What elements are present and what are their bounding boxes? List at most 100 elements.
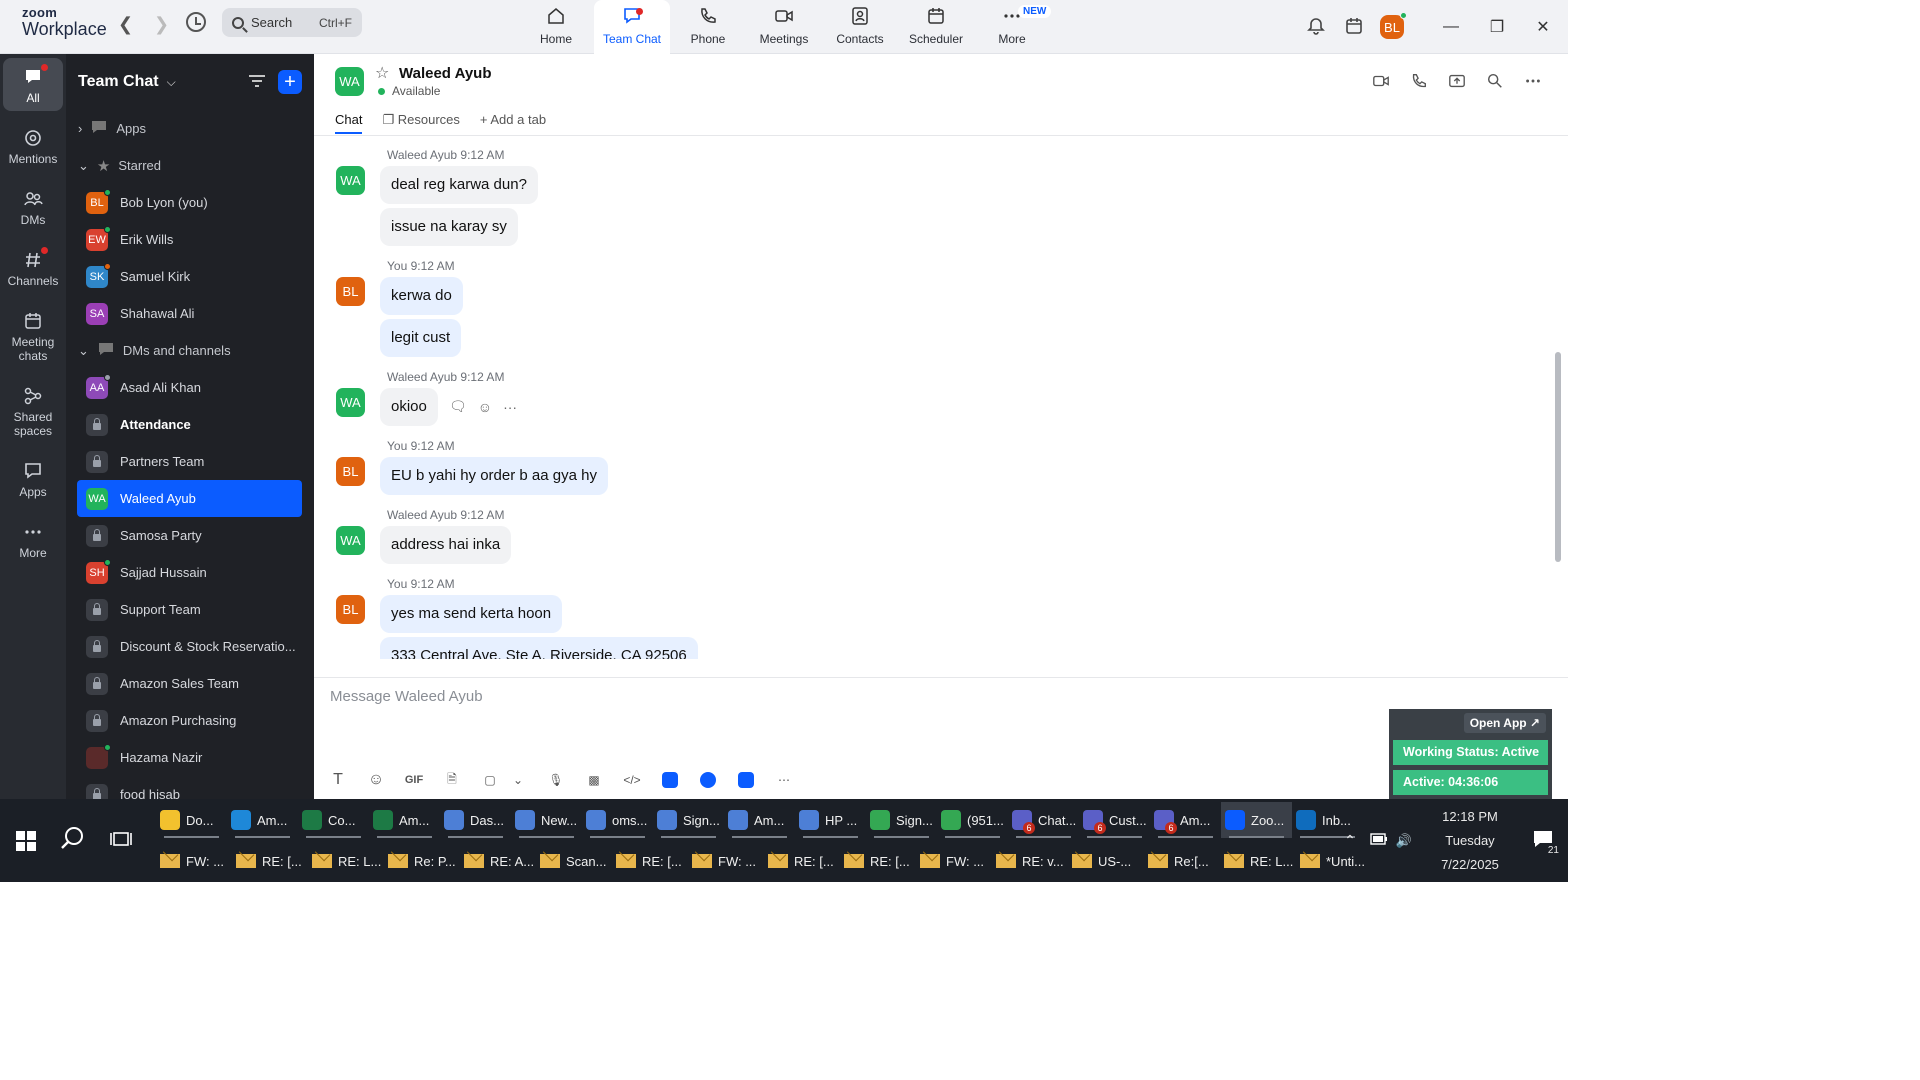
filter-icon[interactable] bbox=[248, 74, 266, 91]
nav-tab-team-chat[interactable]: Team Chat bbox=[594, 0, 670, 54]
taskbar-mail-window[interactable]: FW: ... bbox=[916, 843, 992, 879]
mic-icon[interactable]: 🎙 bbox=[546, 770, 566, 790]
taskbar-mail-window[interactable]: RE: [... bbox=[612, 843, 688, 879]
sidebar-item-support-team[interactable]: Support Team bbox=[77, 591, 302, 628]
taskbar-mail-window[interactable]: FW: ... bbox=[156, 843, 232, 879]
restore-icon[interactable]: ❐ bbox=[1474, 17, 1520, 37]
rail-item-channels[interactable]: Channels bbox=[3, 241, 63, 294]
taskbar-mail-window[interactable]: RE: [... bbox=[764, 843, 840, 879]
back-arrow-icon[interactable]: ❮ bbox=[118, 14, 133, 35]
rail-item-dms[interactable]: DMs bbox=[3, 180, 63, 233]
taskbar-mail-window[interactable]: US-... bbox=[1068, 843, 1144, 879]
taskbar-mail-window[interactable]: FW: ... bbox=[688, 843, 764, 879]
taskbar-search-icon[interactable] bbox=[60, 825, 86, 854]
message-bubble[interactable]: yes ma send kerta hoon bbox=[380, 595, 563, 633]
sidebar-item-amazon-sales-team[interactable]: Amazon Sales Team bbox=[77, 665, 302, 702]
sidebar-item-sajjad-hussain[interactable]: SH Sajjad Hussain bbox=[77, 554, 302, 591]
rail-item-more[interactable]: More bbox=[3, 513, 63, 566]
taskbar-app[interactable]: Am... bbox=[369, 802, 440, 838]
sidebar-item-amazon-purchasing[interactable]: Amazon Purchasing bbox=[77, 702, 302, 739]
chevron-down-icon[interactable]: ⌵ bbox=[167, 75, 176, 90]
message-avatar[interactable]: BL bbox=[336, 277, 365, 306]
volume-icon[interactable]: 🔊 bbox=[1396, 833, 1412, 849]
nav-tab-scheduler[interactable]: Scheduler bbox=[898, 0, 974, 54]
sidebar-item-erik-wills[interactable]: EW Erik Wills bbox=[77, 221, 302, 258]
app-icon-2[interactable] bbox=[698, 770, 718, 790]
starred-section[interactable]: ⌄ ★ Starred bbox=[66, 147, 314, 184]
contact-avatar[interactable]: WA bbox=[335, 67, 364, 96]
taskbar-app[interactable]: HP ... bbox=[795, 802, 866, 838]
sidebar-item-samuel-kirk[interactable]: SK Samuel Kirk bbox=[77, 258, 302, 295]
react-emoji-icon[interactable]: ☺ bbox=[478, 399, 492, 415]
taskbar-app[interactable]: New... bbox=[511, 802, 582, 838]
open-app-button[interactable]: Open App ↗ bbox=[1463, 713, 1546, 733]
sidebar-item-shahawal-ali[interactable]: SA Shahawal Ali bbox=[77, 295, 302, 332]
more-options-icon[interactable] bbox=[1524, 72, 1542, 93]
taskbar-app[interactable]: (951... bbox=[937, 802, 1008, 838]
calendar-icon[interactable] bbox=[1344, 16, 1364, 39]
taskbar-app[interactable]: 6 Cust... bbox=[1079, 802, 1150, 838]
message-avatar[interactable]: WA bbox=[336, 166, 365, 195]
message-bubble[interactable]: EU b yahi hy order b aa gya hy bbox=[380, 457, 608, 495]
taskbar-mail-window[interactable]: RE: [... bbox=[232, 843, 308, 879]
message-bubble[interactable]: deal reg karwa dun? bbox=[380, 166, 538, 204]
task-view-icon[interactable] bbox=[110, 829, 132, 852]
search-box[interactable]: Search Ctrl+F bbox=[222, 8, 362, 37]
text-format-icon[interactable]: T bbox=[328, 770, 348, 790]
message-bubble[interactable]: kerwa do bbox=[380, 277, 463, 315]
message-avatar[interactable]: WA bbox=[336, 388, 365, 417]
star-outline-icon[interactable]: ☆ bbox=[375, 63, 389, 83]
message-input[interactable]: Message Waleed Ayub bbox=[330, 688, 483, 705]
chevron-down-icon[interactable]: ⌄ bbox=[508, 770, 528, 790]
sidebar-item-food-hisab[interactable]: food hisab bbox=[77, 776, 302, 799]
message-bubble[interactable]: 333 Central Ave. Ste A. Riverside, CA 92… bbox=[380, 637, 698, 659]
taskbar-mail-window[interactable]: RE: [... bbox=[840, 843, 916, 879]
taskbar-mail-window[interactable]: Re: P... bbox=[384, 843, 460, 879]
windows-start-icon[interactable] bbox=[16, 831, 36, 854]
taskbar-app[interactable]: Sign... bbox=[653, 802, 724, 838]
sidebar-item-partners-team[interactable]: Partners Team bbox=[77, 443, 302, 480]
screenshot-icon[interactable]: ▢ bbox=[480, 770, 500, 790]
rail-item-mentions[interactable]: Mentions bbox=[3, 119, 63, 172]
rail-item-all[interactable]: All bbox=[3, 58, 63, 111]
taskbar-mail-window[interactable]: RE: v... bbox=[992, 843, 1068, 879]
scrollbar-thumb[interactable] bbox=[1555, 352, 1561, 562]
phone-call-icon[interactable] bbox=[1410, 72, 1428, 93]
sidebar-item-hazama-nazir[interactable]: Hazama Nazir bbox=[77, 739, 302, 776]
nav-tab-contacts[interactable]: Contacts bbox=[822, 0, 898, 54]
taskbar-app[interactable]: Do... bbox=[156, 802, 227, 838]
chevron-up-icon[interactable]: ⌃ bbox=[1344, 832, 1356, 849]
sidebar-item-discount-stock-reservatio[interactable]: Discount & Stock Reservatio... bbox=[77, 628, 302, 665]
minimize-icon[interactable]: — bbox=[1428, 18, 1474, 36]
more-icon[interactable]: ··· bbox=[503, 399, 517, 415]
message-bubble[interactable]: address hai inka bbox=[380, 526, 512, 564]
message-scrollbar[interactable] bbox=[1555, 137, 1563, 657]
taskbar-clock[interactable]: 12:18 PM Tuesday 7/22/2025 bbox=[1420, 805, 1520, 877]
sidebar-item-waleed-ayub[interactable]: WA Waleed Ayub bbox=[77, 480, 302, 517]
apps-section[interactable]: › Apps bbox=[66, 110, 314, 147]
video-call-icon[interactable] bbox=[1372, 72, 1390, 93]
app-icon-1[interactable] bbox=[660, 770, 680, 790]
tab-add[interactable]: + Add a tab bbox=[480, 112, 546, 134]
taskbar-app[interactable]: Am... bbox=[724, 802, 795, 838]
taskbar-app[interactable]: Am... bbox=[227, 802, 298, 838]
app-icon-3[interactable] bbox=[736, 770, 756, 790]
taskbar-mail-window[interactable]: Scan... bbox=[536, 843, 612, 879]
taskbar-mail-window[interactable]: RE: L... bbox=[308, 843, 384, 879]
message-bubble[interactable]: legit cust bbox=[380, 319, 462, 357]
share-screen-icon[interactable] bbox=[1448, 72, 1466, 93]
battery-icon[interactable] bbox=[1370, 833, 1388, 848]
taskbar-app[interactable]: oms... bbox=[582, 802, 653, 838]
rail-item-apps[interactable]: Apps bbox=[3, 452, 63, 505]
history-icon[interactable] bbox=[186, 12, 206, 32]
rail-item-meeting-chats[interactable]: Meeting chats bbox=[3, 302, 63, 369]
new-chat-plus-button[interactable]: + bbox=[278, 70, 302, 94]
video-clip-icon[interactable]: ▩ bbox=[584, 770, 604, 790]
message-list[interactable]: Waleed Ayub 9:12 AM WA deal reg karwa dun?… bbox=[314, 137, 1554, 659]
user-avatar[interactable]: BL bbox=[1380, 12, 1407, 39]
sidebar-title[interactable]: Team Chat bbox=[78, 73, 159, 91]
gif-icon[interactable]: GIF bbox=[404, 770, 424, 790]
code-icon[interactable]: </> bbox=[622, 770, 642, 790]
file-icon[interactable]: 🗎 bbox=[442, 770, 462, 790]
nav-tab-phone[interactable]: Phone bbox=[670, 0, 746, 54]
